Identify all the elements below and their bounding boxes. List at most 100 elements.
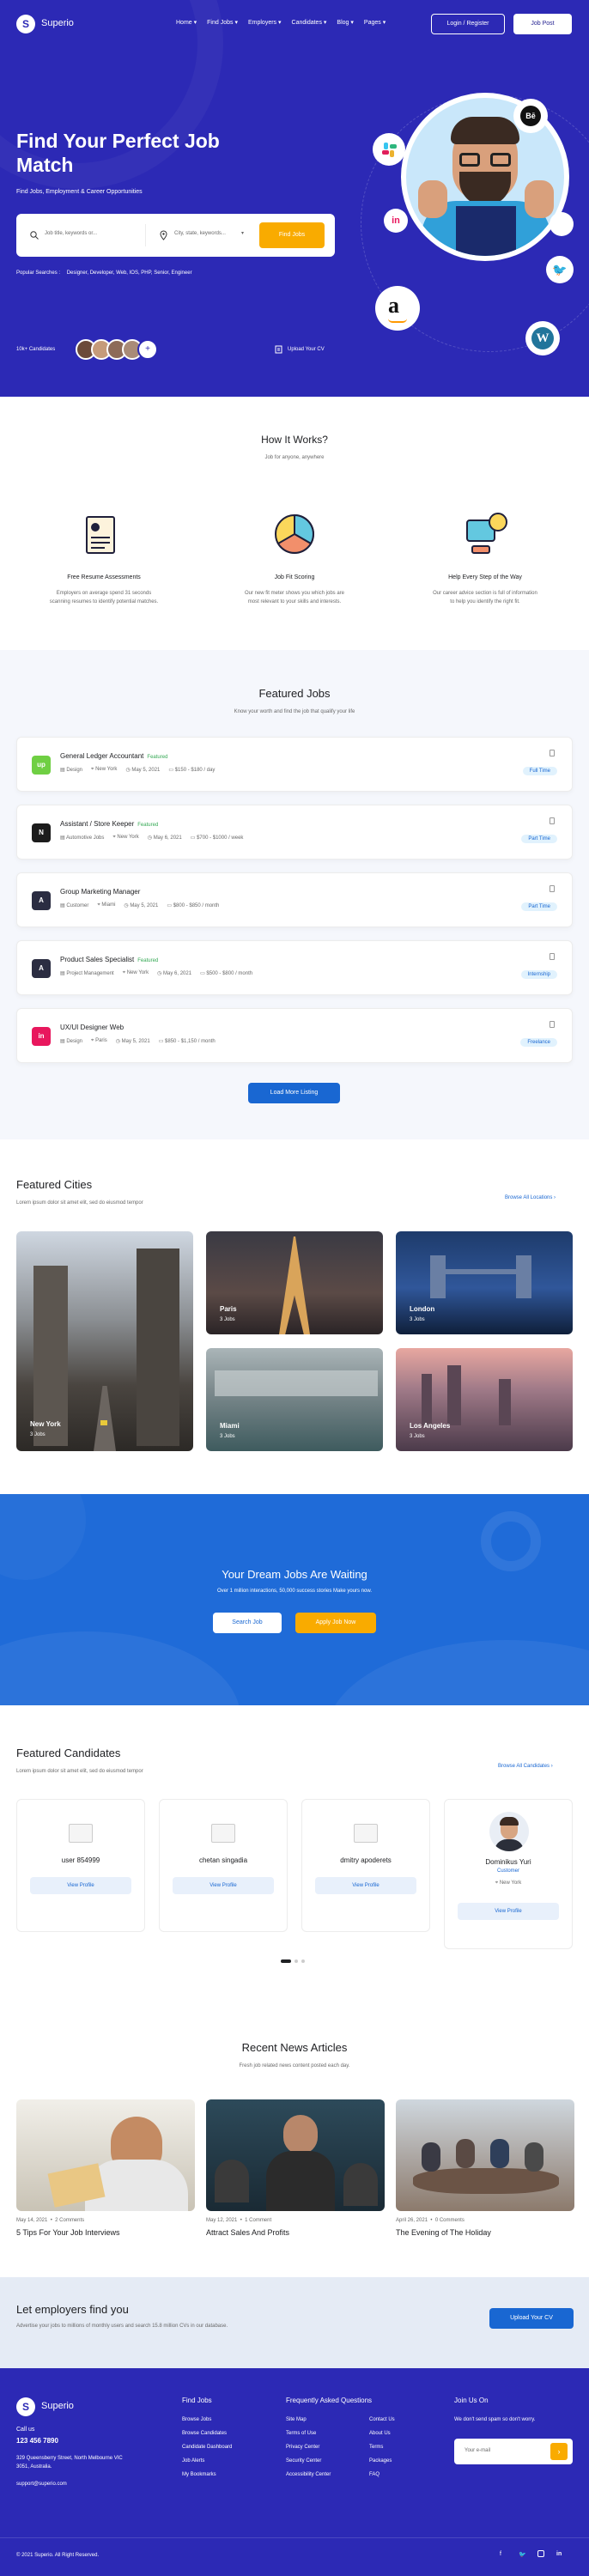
nav-find-jobs[interactable]: Find Jobs ▾ [207, 19, 238, 26]
footer-link[interactable]: Security Center [286, 2458, 331, 2464]
bookmark-icon[interactable] [550, 885, 555, 892]
footer-link[interactable]: Job Alerts [182, 2458, 232, 2464]
upload-cv-button[interactable]: Upload Your CV [489, 2308, 574, 2329]
job-location: ⌖ New York [112, 835, 139, 840]
location-dropdown-chevron-icon[interactable]: ▾ [241, 230, 244, 236]
job-card[interactable]: A Group Marketing Manager ▤ Customer ⌖ Miam… [16, 872, 573, 927]
footer-email[interactable]: support@superio.com [16, 2482, 67, 2487]
footer-link[interactable]: Browse Candidates [182, 2431, 232, 2436]
bookmark-icon[interactable] [550, 953, 555, 960]
job-card[interactable]: up General Ledger Accountant Featured ▤ Des… [16, 737, 573, 792]
search-job-button[interactable]: Search Job [213, 1613, 282, 1633]
upload-cv-link[interactable]: Upload Your CV [288, 347, 325, 352]
city-card-miami[interactable]: Miami 3 Jobs [206, 1348, 383, 1451]
city-card-los-angeles[interactable]: Los Angeles 3 Jobs [396, 1348, 573, 1451]
featured-badge: Featured [147, 755, 168, 760]
footer-link[interactable]: FAQ [369, 2472, 395, 2477]
brand-logo-icon[interactable]: S [16, 15, 35, 33]
carousel-dot[interactable] [301, 1959, 305, 1963]
search-icon [30, 231, 39, 240]
news-title-link[interactable]: The Evening of The Holiday [396, 2228, 574, 2237]
view-profile-button[interactable]: View Profile [30, 1877, 131, 1894]
footer-link[interactable]: About Us [369, 2431, 395, 2436]
linkedin-icon[interactable]: in [556, 2551, 562, 2557]
footer-link[interactable]: Packages [369, 2458, 395, 2464]
nav-blog[interactable]: Blog ▾ [337, 19, 353, 26]
employers-subtitle: Advertise your jobs to millions of month… [16, 2324, 228, 2329]
candidate-location: ⌖ New York [495, 1880, 522, 1886]
newsletter-email-input[interactable]: Your e-mail [465, 2448, 490, 2453]
footer-link[interactable]: Browse Jobs [182, 2417, 232, 2422]
nav-pages[interactable]: Pages ▾ [364, 19, 386, 26]
news-title-link[interactable]: Attract Sales And Profits [206, 2228, 385, 2237]
location-input[interactable]: City, state, keywords... [174, 231, 226, 236]
footer-logo-icon[interactable]: S [16, 2397, 35, 2416]
job-post-button[interactable]: Job Post [513, 14, 572, 34]
job-title[interactable]: Assistant / Store Keeper Featured [60, 820, 158, 828]
city-card-paris[interactable]: Paris 3 Jobs [206, 1231, 383, 1334]
login-register-button[interactable]: Login / Register [431, 14, 505, 34]
news-card[interactable]: April 26, 2021 • 0 Comments The Evening … [396, 2099, 574, 2237]
job-card[interactable]: in UX/UI Designer Web ▤ Design ⌖ Paris ◷ May… [16, 1008, 573, 1063]
footer-brand-name[interactable]: Superio [41, 2401, 74, 2411]
job-date: ◷ May 6, 2021 [147, 835, 182, 841]
job-card[interactable]: A Product Sales Specialist Featured ▤ Proje… [16, 940, 573, 995]
job-card[interactable]: N Assistant / Store Keeper Featured ▤ Autom… [16, 805, 573, 860]
footer-link[interactable]: Terms [369, 2445, 395, 2450]
featured-jobs-subtitle: Know your worth and find the job that qu… [234, 709, 355, 714]
news-card[interactable]: May 12, 2021 • 1 Comment Attract Sales A… [206, 2099, 385, 2237]
candidate-name[interactable]: Dominikus Yuri [445, 1858, 572, 1866]
footer-link[interactable]: Site Map [286, 2417, 331, 2422]
keyword-input[interactable]: Job title, keywords or... [45, 231, 97, 236]
apply-job-button[interactable]: Apply Job Now [295, 1613, 376, 1633]
view-profile-button[interactable]: View Profile [173, 1877, 274, 1894]
banner-wave-decoration [326, 1640, 589, 1705]
footer-phone[interactable]: 123 456 7890 [16, 2437, 58, 2445]
view-profile-button[interactable]: View Profile [315, 1877, 416, 1894]
amazon-logo-icon: a [375, 286, 420, 331]
nav-employers[interactable]: Employers ▾ [248, 19, 282, 26]
instagram-icon[interactable] [537, 2550, 544, 2557]
footer-link[interactable]: Contact Us [369, 2417, 395, 2422]
popular-searches-terms[interactable]: Designer, Developer, Web, IOS, PHP, Seni… [67, 270, 192, 276]
carousel-dot[interactable] [294, 1959, 298, 1963]
city-card-new-york[interactable]: New York 3 Jobs [16, 1231, 193, 1451]
newsletter-submit-arrow-icon[interactable]: › [550, 2443, 568, 2460]
browse-locations-link[interactable]: Browse All Locations › [505, 1195, 556, 1200]
job-date: ◷ May 5, 2021 [125, 768, 161, 773]
news-title-link[interactable]: 5 Tips For Your Job Interviews [16, 2228, 195, 2237]
footer-link[interactable]: Accessibility Center [286, 2472, 331, 2477]
bookmark-icon[interactable] [550, 1021, 555, 1028]
candidate-name[interactable]: dmitry apoderets [302, 1856, 429, 1864]
job-title[interactable]: Group Marketing Manager [60, 888, 143, 896]
job-title[interactable]: UX/UI Designer Web [60, 1024, 127, 1031]
footer-faq-title: Frequently Asked Questions [286, 2397, 373, 2404]
news-card[interactable]: May 14, 2021 • 2 Comments 5 Tips For You… [16, 2099, 195, 2237]
footer-link[interactable]: My Bookmarks [182, 2472, 232, 2477]
footer-link[interactable]: Terms of Use [286, 2431, 331, 2436]
footer-link[interactable]: Candidate Dashboard [182, 2445, 232, 2450]
candidate-image-placeholder-icon [354, 1824, 378, 1843]
job-title[interactable]: General Ledger Accountant Featured [60, 752, 167, 760]
carousel-dot-active[interactable] [281, 1959, 291, 1963]
twitter-icon[interactable]: 🐦 [519, 2551, 526, 2558]
candidates-count: 10k+ Candidates [16, 347, 56, 352]
view-profile-button[interactable]: View Profile [458, 1903, 559, 1920]
bookmark-icon[interactable] [550, 817, 555, 824]
nav-candidates[interactable]: Candidates ▾ [292, 19, 327, 26]
candidate-name[interactable]: chetan singadia [160, 1856, 287, 1864]
brand-name[interactable]: Superio [41, 18, 74, 28]
browse-candidates-link[interactable]: Browse All Candidates › [498, 1764, 553, 1769]
bookmark-icon[interactable] [550, 750, 555, 756]
candidate-name[interactable]: user 854999 [17, 1856, 144, 1864]
slack-logo-icon [373, 133, 405, 166]
city-card-london[interactable]: London 3 Jobs [396, 1231, 573, 1334]
load-more-button[interactable]: Load More Listing [248, 1083, 340, 1103]
job-title[interactable]: Product Sales Specialist Featured [60, 956, 158, 963]
find-jobs-button[interactable]: Find Jobs [259, 222, 325, 248]
nav-home[interactable]: Home ▾ [176, 19, 197, 26]
facebook-icon[interactable]: f [500, 2551, 501, 2557]
footer-link[interactable]: Privacy Center [286, 2445, 331, 2450]
dream-jobs-subtitle: Over 1 million interactions, 50,000 succ… [216, 1589, 373, 1594]
job-salary: ▭ $700 - $1000 / week [190, 835, 244, 841]
